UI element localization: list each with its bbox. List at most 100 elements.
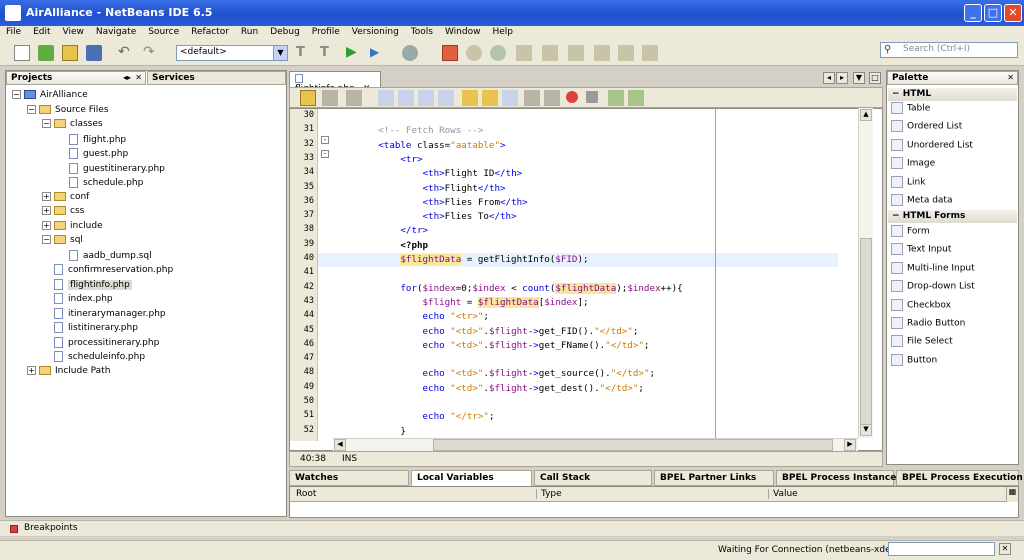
code-line[interactable]: $flightData = getFlightInfo($FID); xyxy=(318,253,838,267)
code-line[interactable]: <th>Flies From</th> xyxy=(334,196,528,210)
expand-icon[interactable]: + xyxy=(42,220,51,230)
tab-services[interactable]: Services xyxy=(147,71,286,85)
open-project-icon[interactable] xyxy=(62,45,78,61)
tab-local-variables[interactable]: Local Variables xyxy=(411,470,532,486)
tree-folder-item[interactable]: + Include Path xyxy=(27,365,110,376)
code-line[interactable]: <!-- Fetch Rows --> xyxy=(334,124,483,138)
tab-bpel-partner-links[interactable]: BPEL Partner Links xyxy=(654,470,774,486)
step-into-icon[interactable] xyxy=(542,45,558,61)
close-button[interactable]: ✕ xyxy=(1004,4,1022,22)
tree-folder-item[interactable]: − classes xyxy=(42,119,103,129)
next-bookmark-icon[interactable] xyxy=(482,90,498,106)
menu-run[interactable]: Run xyxy=(235,26,264,37)
evaluate-icon[interactable] xyxy=(642,45,658,61)
scroll-left-icon[interactable]: ◀ xyxy=(334,439,346,451)
close-icon[interactable]: ✕ xyxy=(1007,73,1014,82)
scroll-up-icon[interactable]: ▲ xyxy=(860,109,872,121)
step-over-icon[interactable] xyxy=(516,45,532,61)
breakpoints-label[interactable]: Breakpoints xyxy=(24,523,78,533)
configuration-select[interactable]: <default> ▼ xyxy=(176,45,288,61)
tree-file-item[interactable]: flight.php xyxy=(57,133,126,145)
scroll-right-icon[interactable]: ▶ xyxy=(844,439,856,451)
find-icon[interactable] xyxy=(378,90,394,106)
palette-item[interactable]: Multi-line Input xyxy=(891,261,975,274)
new-project-icon[interactable] xyxy=(38,45,54,61)
code-line[interactable]: echo "</tr>"; xyxy=(334,410,495,424)
profile-icon[interactable] xyxy=(402,45,418,61)
tab-flightinfo[interactable]: flightinfo.php✕ xyxy=(289,71,381,94)
tab-bpel-process-instances[interactable]: BPEL Process Instances xyxy=(776,470,902,486)
uncomment-icon[interactable] xyxy=(628,90,644,106)
expand-icon[interactable]: + xyxy=(42,191,51,201)
palette-item[interactable]: Link xyxy=(891,175,925,188)
palette-item[interactable]: Radio Button xyxy=(891,317,965,329)
undo-icon[interactable]: ↶ xyxy=(118,45,134,61)
search-input[interactable]: ⚲ Search (Ctrl+I) xyxy=(880,42,1018,58)
code-line[interactable]: <th>Flight</th> xyxy=(334,182,506,196)
tree-file-item[interactable]: index.php xyxy=(42,293,113,304)
tree-file-item[interactable]: listitinerary.php xyxy=(42,322,138,333)
menu-view[interactable]: View xyxy=(57,26,90,37)
menu-window[interactable]: Window xyxy=(439,26,487,37)
redo-icon[interactable]: ↷ xyxy=(143,45,159,61)
code-line[interactable]: } xyxy=(334,425,406,439)
column-root[interactable]: Root xyxy=(296,489,316,499)
palette-item[interactable]: Meta data xyxy=(891,194,952,206)
column-type[interactable]: Type xyxy=(536,489,562,499)
palette-item[interactable]: Button xyxy=(891,353,937,366)
code-line[interactable]: echo "<td>".$flight->get_dest()."</td>"; xyxy=(334,382,644,396)
code-line[interactable]: $flight = $flightData[$index]; xyxy=(334,296,589,310)
tree-folder-item[interactable]: + conf xyxy=(42,191,89,202)
code-line[interactable]: <tr> xyxy=(334,153,422,167)
minimize-button[interactable]: _ xyxy=(964,4,982,22)
save-all-icon[interactable] xyxy=(86,45,102,61)
collapse-icon[interactable]: − xyxy=(12,90,21,99)
palette-item[interactable]: File Select xyxy=(891,335,953,348)
code-line[interactable]: echo "<td>".$flight->get_FID()."</td>"; xyxy=(334,325,639,339)
toggle-highlight-icon[interactable] xyxy=(438,90,454,106)
palette-category-html-forms[interactable]: − HTML Forms xyxy=(888,210,1017,223)
debug-icon[interactable]: ▶ xyxy=(370,45,386,61)
tree-file-item[interactable]: guest.php xyxy=(57,148,128,159)
palette-item[interactable]: Image xyxy=(891,157,935,170)
code-line[interactable]: for($index=0;$index < count($flightData)… xyxy=(334,282,683,296)
collapse-icon[interactable]: − xyxy=(42,119,51,128)
scrollbar-thumb[interactable] xyxy=(860,238,872,428)
code-line[interactable]: </tr> xyxy=(334,224,428,238)
tree-file-item[interactable]: scheduleinfo.php xyxy=(42,351,145,362)
tab-bpel-process-execution[interactable]: BPEL Process Execution xyxy=(896,470,1023,486)
forward-icon[interactable] xyxy=(346,90,362,106)
scroll-down-icon[interactable]: ▼ xyxy=(860,424,872,436)
find-previous-icon[interactable] xyxy=(398,90,414,106)
horizontal-scrollbar[interactable]: ◀ ▶ xyxy=(333,438,858,451)
tree-folder-item[interactable]: − Source Files xyxy=(27,104,109,115)
close-icon[interactable]: ✕ xyxy=(135,73,142,82)
menu-help[interactable]: Help xyxy=(486,26,519,37)
maximize-icon[interactable]: □ xyxy=(869,72,881,84)
tree-folder-item[interactable]: + css xyxy=(42,206,84,216)
last-edit-icon[interactable] xyxy=(300,90,316,106)
fold-icon[interactable]: - xyxy=(321,150,329,158)
tree-folder-item[interactable]: − sql xyxy=(42,235,83,245)
run-to-cursor-icon[interactable] xyxy=(594,45,610,61)
run-icon[interactable]: ▶ xyxy=(346,45,362,61)
code-line[interactable]: <?php xyxy=(334,239,428,253)
find-next-icon[interactable] xyxy=(418,90,434,106)
menu-navigate[interactable]: Navigate xyxy=(90,26,142,37)
expand-icon[interactable]: + xyxy=(42,206,51,215)
toggle-bookmark-icon[interactable] xyxy=(502,90,518,106)
code-area[interactable]: <!-- Fetch Rows --> <table class="aatabl… xyxy=(318,109,854,439)
cancel-icon[interactable]: ✕ xyxy=(999,543,1011,555)
code-editor[interactable]: 30 31 32 33 34 35 36 37 38 39 40 41 42 43 44 45 46 47 48 49… xyxy=(289,108,883,451)
code-line[interactable]: <th>Flight ID</th> xyxy=(334,167,523,181)
palette-item[interactable]: Drop-down List xyxy=(891,280,975,293)
clean-build-icon[interactable]: T xyxy=(320,45,336,61)
shift-right-icon[interactable] xyxy=(544,90,560,106)
comment-icon[interactable] xyxy=(608,90,624,106)
code-line[interactable]: <th>Flies To</th> xyxy=(334,210,517,224)
maximize-button[interactable]: □ xyxy=(984,4,1002,22)
stop-macro-icon[interactable] xyxy=(586,91,598,103)
menu-tools[interactable]: Tools xyxy=(405,26,439,37)
tab-call-stack[interactable]: Call Stack xyxy=(534,470,652,486)
tree-file-item[interactable]: schedule.php xyxy=(57,177,143,188)
